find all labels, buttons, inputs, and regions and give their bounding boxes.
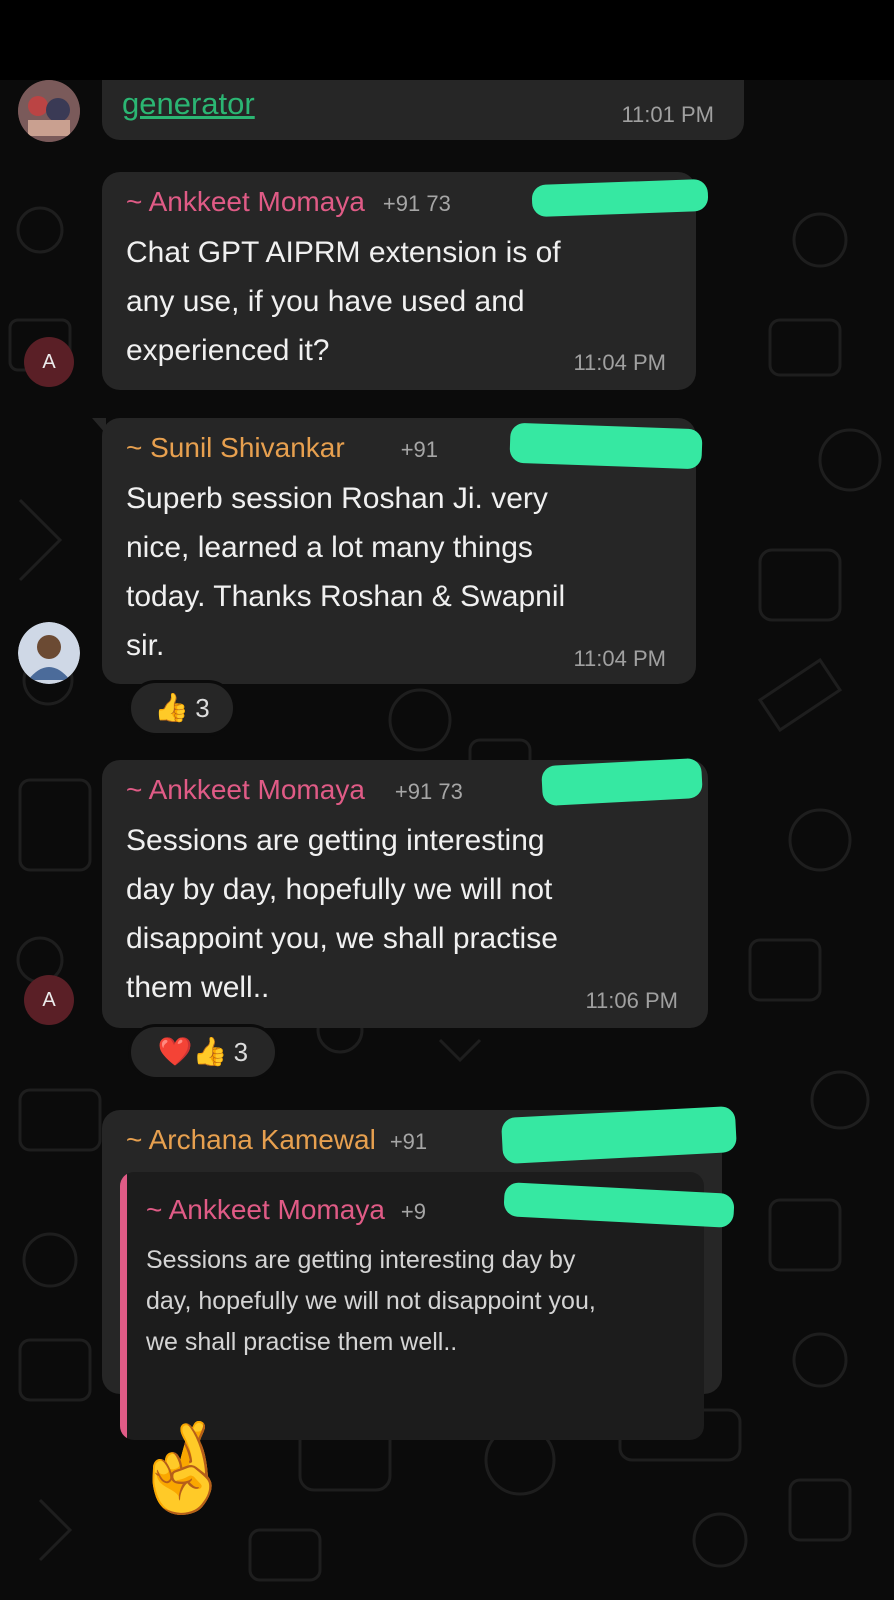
sender-phone: +91 73 — [382, 191, 451, 216]
quoted-sender-name: ~ Ankkeet Momaya — [146, 1194, 385, 1225]
reaction-count: 3 — [195, 692, 210, 723]
redaction-mark — [531, 178, 709, 218]
sender-name[interactable]: ~ Sunil Shivankar — [126, 432, 345, 464]
sender-phone: +91 — [400, 437, 439, 462]
message-text: Chat GPT AIPRM extension is of any use, … — [126, 236, 561, 367]
profile-photo-icon — [18, 622, 80, 684]
sender-name[interactable]: ~ Archana Kamewal — [126, 1124, 376, 1156]
chat-screen: generator 11:01 PM A ~ Ankkeet Momaya +9… — [0, 0, 894, 1600]
quoted-text: Sessions are getting interesting day by … — [146, 1246, 596, 1356]
message-time: 11:01 PM — [621, 102, 714, 127]
avatar-profile-photo[interactable] — [18, 622, 80, 684]
message-time: 11:04 PM — [573, 350, 666, 375]
message-time: 11:06 PM — [585, 988, 678, 1013]
heart-thumbs-up-icon: ❤️👍 — [157, 1036, 228, 1067]
quoted-sender-phone: +9 — [400, 1199, 426, 1224]
reaction-pill[interactable]: ❤️👍 3 — [128, 1024, 278, 1080]
link-text[interactable]: generator — [122, 86, 255, 122]
message-time: 11:04 PM — [573, 646, 666, 671]
avatar-initial: A — [42, 350, 56, 373]
thumbs-up-icon: 👍 — [154, 692, 190, 723]
crossed-fingers-icon[interactable]: 🤞 — [128, 1424, 238, 1512]
avatar-initial: A — [42, 988, 56, 1011]
reaction-pill[interactable]: 👍 3 — [128, 680, 236, 736]
reaction-count: 3 — [233, 1036, 249, 1067]
redaction-mark — [509, 422, 703, 470]
sender-name[interactable]: ~ Ankkeet Momaya — [126, 186, 365, 218]
sender-name[interactable]: ~ Ankkeet Momaya — [126, 774, 365, 806]
avatar-group-photo[interactable] — [18, 80, 80, 142]
avatar-letter[interactable]: A — [24, 975, 74, 1025]
message-text: Sessions are getting interesting day by … — [126, 824, 558, 1004]
avatar-letter[interactable]: A — [24, 337, 74, 387]
sender-phone: +91 73 — [394, 779, 463, 804]
quoted-sender: ~ Ankkeet Momaya +9 — [146, 1194, 426, 1226]
message-bubble-top[interactable]: generator 11:01 PM — [102, 80, 744, 140]
sender-phone: +91 — [389, 1129, 428, 1154]
redaction-mark — [541, 757, 703, 807]
quote-accent-bar — [120, 1172, 127, 1440]
message-text: Superb session Roshan Ji. very nice, lea… — [126, 482, 566, 662]
status-bar-area — [0, 0, 894, 80]
